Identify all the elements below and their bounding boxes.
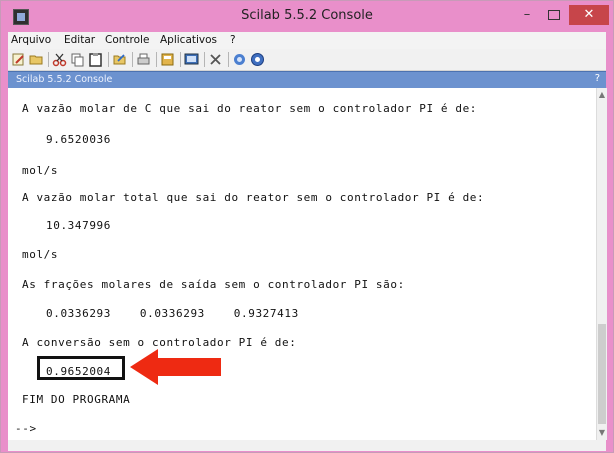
console-line: FIM DO PROGRAMA [22, 393, 131, 406]
new-script-icon[interactable] [11, 52, 26, 67]
toolbar-separator [156, 52, 157, 67]
menu-arquivo[interactable]: Arquivo [11, 34, 51, 46]
scilab-window: Scilab 5.5.2 Console – ✕ Arquivo Editar … [0, 0, 614, 453]
toolbar-separator [48, 52, 49, 67]
console-output[interactable]: A vazão molar de C que sai do reator sem… [8, 88, 596, 440]
demos-icon[interactable] [232, 52, 247, 67]
module-manager-icon[interactable] [208, 52, 223, 67]
maximize-button[interactable] [541, 5, 567, 25]
change-directory-icon[interactable] [112, 52, 127, 67]
copy-icon[interactable] [70, 52, 85, 67]
console-tab-label[interactable]: Scilab 5.5.2 Console [16, 74, 112, 85]
open-folder-icon[interactable] [29, 52, 44, 67]
console-scrollbar[interactable]: ▲ ▼ [596, 88, 607, 440]
menu-aplicativos[interactable]: Aplicativos [160, 34, 217, 46]
console-tab-header: Scilab 5.5.2 Console ? [8, 71, 606, 89]
toolbar-separator [180, 52, 181, 67]
console-icon[interactable] [184, 52, 199, 67]
console-prompt[interactable]: --> [15, 422, 37, 435]
console-line: A vazão molar de C que sai do reator sem… [22, 102, 478, 115]
console-line: 0.0336293 0.0336293 0.9327413 [46, 307, 299, 320]
toolbar-separator [228, 52, 229, 67]
console-line: mol/s [22, 248, 59, 261]
tab-options-icon[interactable]: ? [595, 73, 600, 84]
toolbar [8, 49, 606, 71]
menu-editar[interactable]: Editar [64, 34, 95, 46]
variable-browser-icon[interactable] [160, 52, 175, 67]
title-bar[interactable]: Scilab 5.5.2 Console – ✕ [1, 1, 613, 31]
maximize-icon [548, 10, 560, 20]
toolbar-separator [132, 52, 133, 67]
menu-help[interactable]: ? [230, 34, 236, 46]
menu-controle[interactable]: Controle [105, 34, 149, 46]
scroll-thumb[interactable] [598, 324, 606, 424]
console-line: 9.6520036 [46, 133, 112, 146]
cut-icon[interactable] [52, 52, 67, 67]
red-arrow-icon [130, 349, 221, 385]
paste-icon[interactable] [88, 52, 103, 67]
console-line: As frações molares de saída sem o contro… [22, 278, 405, 291]
help-icon[interactable] [250, 52, 265, 67]
toolbar-separator [204, 52, 205, 67]
toolbar-separator [108, 52, 109, 67]
console-line: mol/s [22, 164, 59, 177]
result-highlight-box [37, 356, 125, 380]
scroll-up-icon[interactable]: ▲ [597, 88, 607, 102]
status-bar [8, 440, 606, 451]
close-button[interactable]: ✕ [569, 5, 609, 25]
console-line: A vazão molar total que sai do reator se… [22, 191, 485, 204]
menu-bar: Arquivo Editar Controle Aplicativos ? [8, 32, 606, 49]
console-line: 10.347996 [46, 219, 112, 232]
minimize-button[interactable]: – [513, 5, 541, 25]
print-icon[interactable] [136, 52, 151, 67]
scroll-down-icon[interactable]: ▼ [597, 426, 607, 440]
